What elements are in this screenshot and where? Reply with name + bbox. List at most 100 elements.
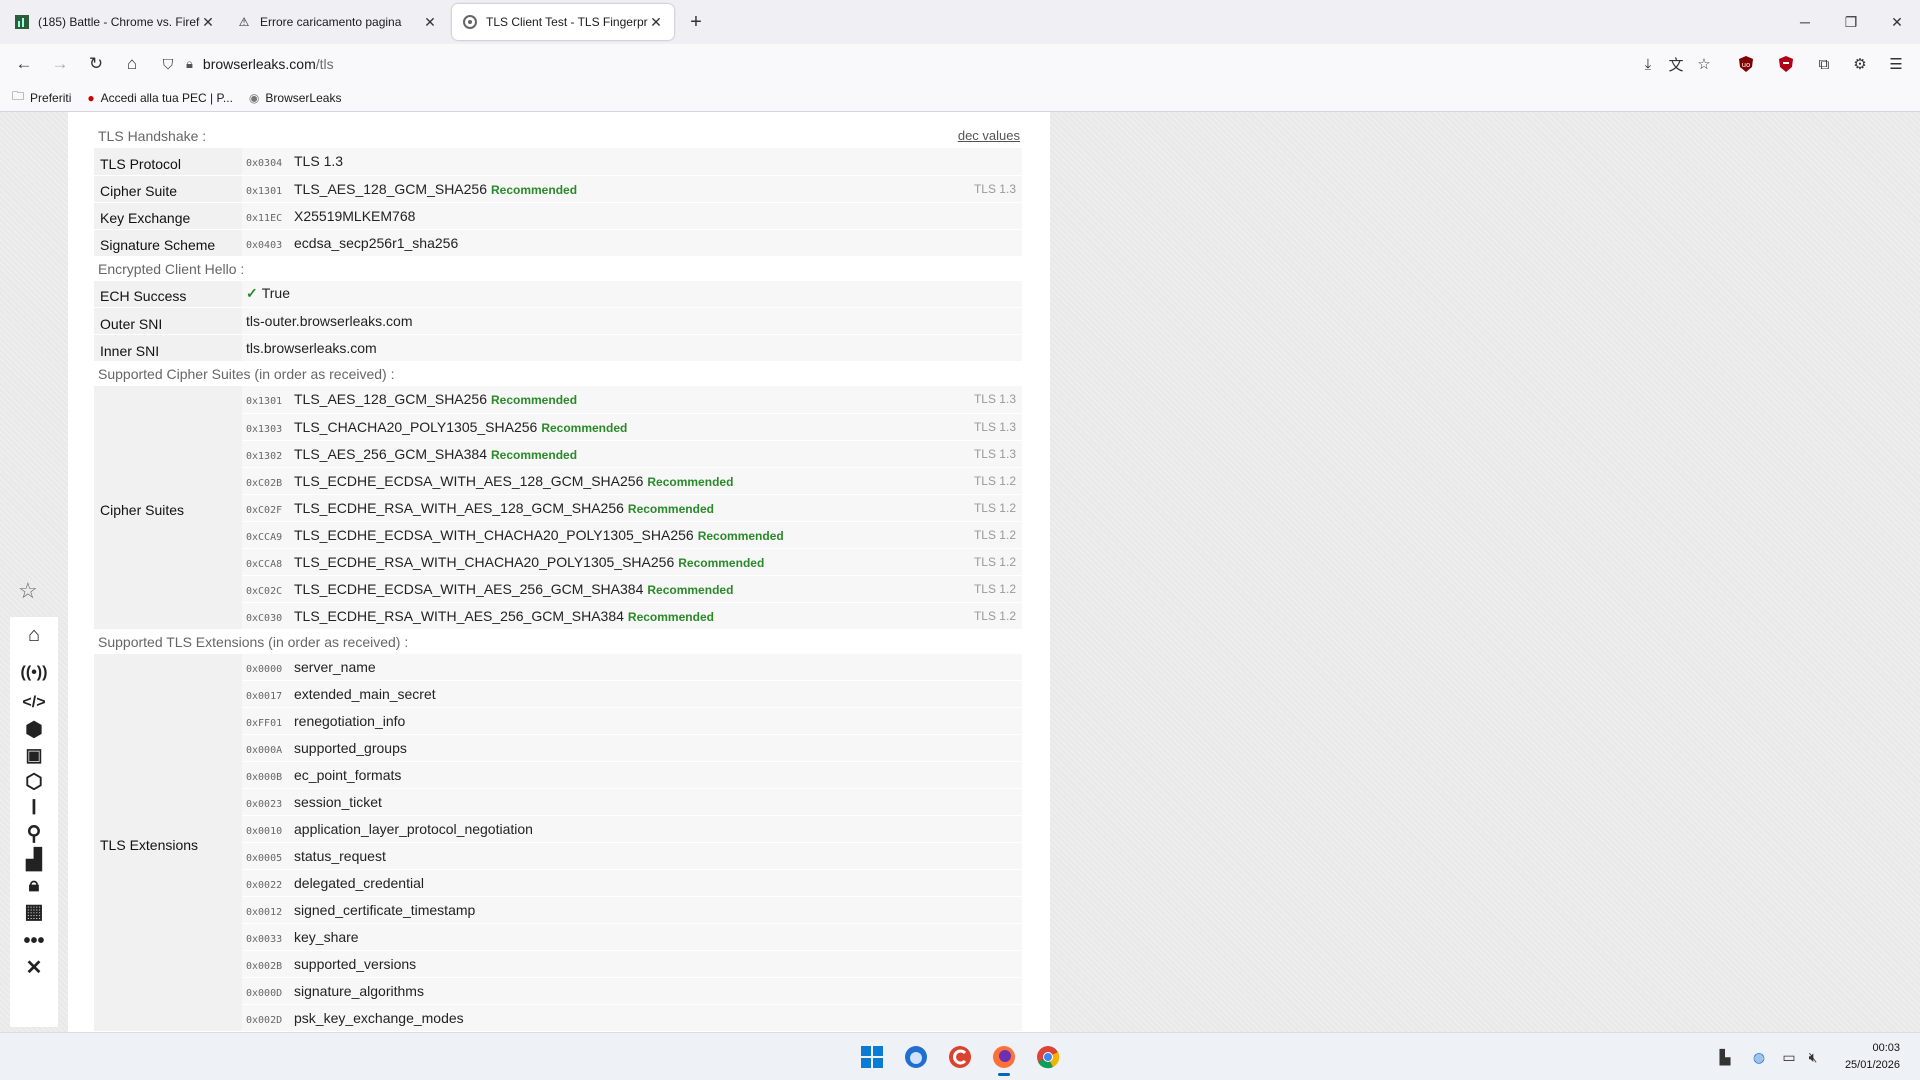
back-icon[interactable]: ← <box>10 50 38 78</box>
hex-code: 0x000D <box>246 988 283 999</box>
menu-icon[interactable]: ☰ <box>1882 50 1910 78</box>
hex-code: 0x1301 <box>246 185 283 197</box>
tray-security-icon[interactable]: ◍ <box>1748 1047 1770 1067</box>
text-cursor-icon[interactable]: Ⅰ <box>20 795 48 819</box>
close-tab-icon[interactable]: ✕ <box>422 14 438 31</box>
minimize-icon[interactable]: ─ <box>1782 0 1828 44</box>
firefox-icon[interactable] <box>988 1041 1020 1076</box>
restore-icon[interactable]: ❐ <box>1828 0 1874 44</box>
bookmarks-toolbar: 🗀 Preferiti ● Accedi alla tua PEC | P... ◉… <box>0 84 1920 112</box>
section-title-text: Encrypted Client Hello : <box>98 260 245 277</box>
thunderbird-icon[interactable] <box>900 1041 932 1073</box>
windows-start-icon[interactable] <box>856 1041 888 1073</box>
row-label: Outer SNI <box>94 307 242 335</box>
row-label: Cipher Suite <box>94 175 242 203</box>
close-tab-icon[interactable]: ✕ <box>648 14 664 31</box>
row-value-cell: 0x1303 TLS_CHACHA20_POLY1305_SHA256 Recomm… <box>242 413 1022 441</box>
tray-app-icon[interactable]: ▙ <box>1714 1047 1736 1067</box>
address-bar[interactable]: 🔒︎ browserleaks.com/tls <box>186 50 1746 78</box>
close-window-icon[interactable]: ✕ <box>1874 0 1920 44</box>
hex-code: 0x0403 <box>246 239 283 251</box>
tracking-shield-icon[interactable]: ⛉ <box>156 50 180 78</box>
tab-title: TLS Client Test - TLS Fingerprint <box>486 15 648 29</box>
tls-version: TLS 1.3 <box>973 392 1016 406</box>
cube-icon[interactable]: ⬡ <box>20 769 48 793</box>
warning-icon: ⚠ <box>238 15 250 29</box>
recommended-badge: Recommended <box>491 182 578 197</box>
hex-code: 0x1301 <box>246 396 283 408</box>
hex-code: 0x1302 <box>246 450 283 462</box>
close-tab-icon[interactable]: ✕ <box>200 14 216 31</box>
row-value-cell: 0x1302 TLS_AES_256_GCM_SHA384 Recommended T… <box>242 440 1022 468</box>
more-icon[interactable]: ••• <box>20 929 48 953</box>
new-tab-button[interactable]: + <box>684 10 708 34</box>
row-value: TLS_ECDHE_RSA_WITH_AES_128_GCM_SHA256 <box>294 499 624 516</box>
row-label: Signature Scheme <box>94 229 242 257</box>
puzzle-icon[interactable]: ⬢ <box>20 717 48 741</box>
section-title-handshake: TLS Handshake : dec values <box>94 124 1022 148</box>
table-row: TLS Extensions 0x0000 server_name <box>94 653 1022 1032</box>
chrome-icon[interactable] <box>1032 1041 1064 1073</box>
table-row: Outer SNI tls-outer.browserleaks.com <box>94 307 1022 335</box>
bookmark-browserleaks[interactable]: ◉ BrowserLeaks <box>249 91 342 105</box>
row-value: psk_key_exchange_modes <box>294 1010 464 1026</box>
ccleaner-icon[interactable] <box>944 1041 976 1073</box>
hex-code: 0x0017 <box>246 691 283 702</box>
tab-tls-client-test[interactable]: TLS Client Test - TLS Fingerprint ✕ <box>452 4 674 40</box>
settings-gear-icon[interactable]: ⚙ <box>1846 50 1874 78</box>
checkmark-icon: ✓ <box>246 285 258 302</box>
home-icon[interactable]: ⌂ <box>20 623 48 647</box>
home-icon[interactable]: ⌂ <box>118 50 146 78</box>
hex-code: 0xC02F <box>246 504 283 516</box>
ublock-icon[interactable]: uo <box>1732 50 1760 78</box>
reload-icon[interactable]: ↻ <box>82 50 110 78</box>
tab-strip: (185) Battle - Chrome vs. Firefox ✕ ⚠ Er… <box>0 0 1920 44</box>
forward-icon[interactable]: → <box>46 50 74 78</box>
row-value-cell: 0xC02B TLS_ECDHE_ECDSA_WITH_AES_128_GCM_S… <box>242 467 1022 495</box>
row-value: TLS 1.3 <box>294 153 344 170</box>
signal-bars-icon[interactable]: ▟ <box>20 847 48 871</box>
row-value: tls-outer.browserleaks.com <box>246 313 413 329</box>
system-clock[interactable]: 00:03 25/01/2026 <box>1845 1040 1900 1074</box>
row-value-cell: 0x0304 TLS 1.3 <box>242 148 1022 176</box>
page-viewport: ☆ ⌂ ((•)) </> ⬢ ▣ ⬡ Ⅰ ⚲ ▟ 🔒︎ ▦ ••• ✕ TLS… <box>0 112 1920 1032</box>
row-value-cell: 0x0023 session_ticket <box>242 788 1022 816</box>
extensions-icon[interactable]: ⧉ <box>1810 50 1838 78</box>
download-page-icon[interactable]: ⤓ <box>1634 50 1662 78</box>
section-title-text: Supported TLS Extensions (in order as re… <box>98 633 409 650</box>
bookmark-star-icon[interactable]: ☆ <box>1690 50 1718 78</box>
lock-icon[interactable]: 🔒︎ <box>20 873 48 897</box>
pin-icon[interactable]: ☆ <box>18 578 38 604</box>
image-icon[interactable]: ▣ <box>20 743 48 767</box>
firewall-icon[interactable]: ▦ <box>20 899 48 923</box>
table-row: Key Exchange 0x11EC X25519MLKEM768 <box>94 202 1022 230</box>
location-pin-icon[interactable]: ⚲ <box>20 821 48 845</box>
row-value-cell: 0x002D psk_key_exchange_modes <box>242 1004 1022 1032</box>
network-icon[interactable]: ▭ <box>1778 1047 1800 1067</box>
recommended-badge: Recommended <box>697 528 784 543</box>
volume-muted-icon[interactable]: 🔇︎ <box>1802 1047 1824 1067</box>
code-icon[interactable]: </> <box>20 691 48 715</box>
bookmark-pec[interactable]: ● Accedi alla tua PEC | P... <box>87 91 233 105</box>
dec-values-link[interactable]: dec values <box>958 124 1020 148</box>
tools-icon[interactable]: ✕ <box>20 955 48 979</box>
translate-icon[interactable]: 文 <box>1662 50 1690 78</box>
hex-code: 0x0000 <box>246 663 283 675</box>
broadcast-icon[interactable]: ((•)) <box>20 661 48 685</box>
hex-code: 0xFF01 <box>246 718 283 729</box>
tab-battle[interactable]: (185) Battle - Chrome vs. Firefox ✕ <box>4 4 226 40</box>
row-value: application_layer_protocol_negotiation <box>294 821 533 837</box>
row-value: TLS_ECDHE_ECDSA_WITH_AES_256_GCM_SHA384 <box>294 580 644 597</box>
row-value-cell: 0x0012 signed_certificate_timestamp <box>242 896 1022 924</box>
row-value: tls.browserleaks.com <box>246 340 377 356</box>
privacy-extension-icon[interactable] <box>1772 50 1800 78</box>
tls-version: TLS 1.3 <box>973 181 1016 196</box>
hex-code: 0x0010 <box>246 826 283 837</box>
clock-time: 00:03 <box>1872 1042 1900 1054</box>
bookmark-preferiti[interactable]: 🗀 Preferiti <box>12 87 71 108</box>
bookmark-label: BrowserLeaks <box>265 90 342 105</box>
lock-icon: 🔒︎ <box>186 56 193 71</box>
tab-error[interactable]: ⚠ Errore caricamento pagina ✕ <box>226 4 448 40</box>
recommended-badge: Recommended <box>627 609 714 624</box>
row-label: TLS Extensions <box>94 653 242 1032</box>
